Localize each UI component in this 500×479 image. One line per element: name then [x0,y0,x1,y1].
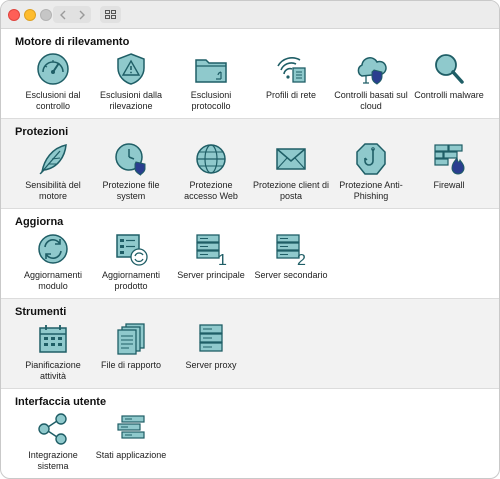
status-bars-icon [117,415,145,439]
item-label: Protezione Anti-Phishing [339,180,403,201]
magnifier-icon [435,54,464,84]
item-label: Protezione client di posta [252,180,330,201]
chevron-right-icon [79,10,85,19]
speedometer-icon [37,53,69,85]
server-badge: 2 [297,252,306,266]
pref-profili-di-rete[interactable]: Profili di rete [252,52,330,101]
globe-icon [196,144,226,174]
pref-esclusioni-dal-controllo[interactable]: Esclusioni dal controllo [14,52,92,112]
item-label: Controlli basati sul cloud [334,90,408,111]
wifi-network-icon [277,57,306,83]
pref-pianificazione-attivita[interactable]: Pianificazione attività [14,322,92,382]
calendar-icon [39,325,67,353]
pref-file-di-rapporto[interactable]: File di rapporto [92,322,170,371]
section-protezioni: Protezioni Sensibilità del motore Protez… [1,119,499,209]
item-label: Stati applicazione [95,450,167,460]
item-label: Protezione accesso Web [184,180,238,201]
envelope-icon [276,148,306,170]
clock-shield-icon [115,143,146,176]
section-strumenti: Strumenti Pianificazione attività File d… [1,299,499,389]
title-bar [1,1,499,29]
item-label: Server proxy [185,360,237,370]
section-title: Protezioni [15,126,69,138]
section-aggiorna: Aggiorna Aggiornamenti modulo Aggiorname… [1,209,499,299]
documents-icon [117,323,145,355]
server-proxy-icon [199,324,223,352]
section-title: Motore di rilevamento [15,36,130,48]
forward-button[interactable] [72,6,91,23]
feather-icon [39,144,67,175]
cloud-shield-icon [357,57,387,85]
pref-server-secondario[interactable]: 2 Server secondario [252,232,330,281]
item-label: Protezione file system [102,180,160,201]
pref-server-proxy[interactable]: Server proxy [172,322,250,371]
pref-protezione-accesso-web[interactable]: Protezione accesso Web [172,142,250,202]
pref-esclusioni-protocollo[interactable]: Esclusioni protocollo [172,52,250,112]
grid-icon [105,10,116,19]
pref-aggiornamenti-prodotto[interactable]: Aggiornamenti prodotto [92,232,170,292]
section-title: Strumenti [15,306,67,318]
zoom-button[interactable] [40,9,52,21]
pref-aggiornamenti-modulo[interactable]: Aggiornamenti modulo [14,232,92,292]
server-2-icon: 2 [276,234,306,266]
pref-stati-applicazione[interactable]: Stati applicazione [92,412,170,461]
item-label: Integrazione sistema [28,450,78,471]
fishhook-icon [356,143,386,175]
folder-icon [195,59,227,83]
server-1-icon: 1 [196,234,227,266]
pref-controlli-malware[interactable]: Controlli malware [410,52,488,101]
server-badge: 1 [218,252,227,266]
pref-server-principale[interactable]: 1 Server principale [172,232,250,281]
pref-firewall[interactable]: Firewall [410,142,488,191]
item-label: Pianificazione attività [25,360,81,381]
refresh-icon [38,234,68,264]
item-label: Controlli malware [414,90,484,100]
item-label: Aggiornamenti modulo [23,270,83,291]
pref-protezione-anti-phishing[interactable]: Protezione Anti-Phishing [332,142,410,202]
section-interfaccia-utente: Interfaccia utente Integrazione sistema … [1,389,499,478]
back-button[interactable] [53,6,72,23]
chevron-left-icon [59,10,65,19]
pref-protezione-client-posta[interactable]: Protezione client di posta [252,142,330,202]
product-update-icon [116,234,148,266]
minimize-button[interactable] [24,9,36,21]
navigation-buttons [53,6,91,23]
pref-protezione-file-system[interactable]: Protezione file system [92,142,170,202]
item-label: Esclusioni dalla rilevazione [99,90,163,111]
item-label: Esclusioni dal controllo [25,90,81,111]
item-label: Profili di rete [265,90,317,100]
firewall-icon [434,144,465,175]
item-label: Sensibilità del motore [25,180,81,201]
item-label: Server secondario [254,270,328,280]
close-button[interactable] [8,9,20,21]
preferences-window: Motore di rilevamento Esclusioni dal con… [0,0,500,479]
pref-integrazione-sistema[interactable]: Integrazione sistema [14,412,92,472]
section-title: Aggiorna [15,216,64,228]
show-all-button[interactable] [100,6,121,23]
pref-controlli-cloud[interactable]: Controlli basati sul cloud [332,52,410,112]
item-label: File di rapporto [100,360,162,370]
section-title: Interfaccia utente [15,396,107,408]
item-label: Esclusioni protocollo [190,90,232,111]
section-motore-di-rilevamento: Motore di rilevamento Esclusioni dal con… [1,29,499,119]
item-label: Aggiornamenti prodotto [101,270,161,291]
pref-esclusioni-dalla-rilevazione[interactable]: Esclusioni dalla rilevazione [92,52,170,112]
item-label: Firewall [433,180,465,190]
share-nodes-icon [38,413,67,445]
pref-sensibilita-motore[interactable]: Sensibilità del motore [14,142,92,202]
item-label: Server principale [177,270,245,280]
warning-shield-icon [117,53,145,85]
